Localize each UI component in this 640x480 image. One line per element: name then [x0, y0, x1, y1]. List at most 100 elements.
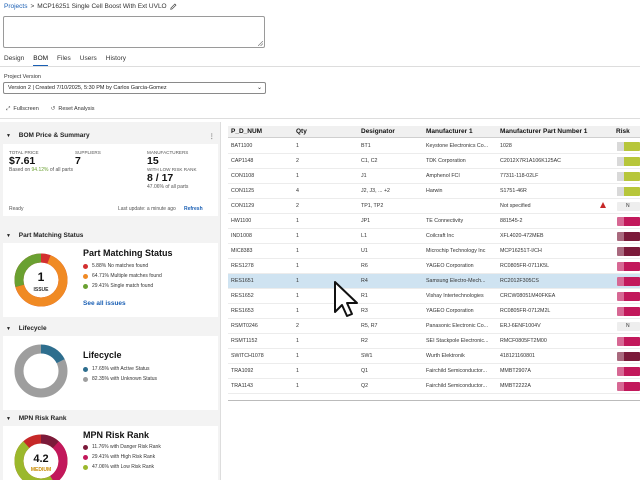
table-row[interactable]: RES1278 1 R6 YAGEO Corporation RC0805FR-0711… — [228, 259, 640, 274]
table-row[interactable]: CON1108 1 J1 Amphenol FCI 77311-118-02LF — [228, 169, 640, 184]
qty-cell: 1 — [296, 218, 299, 224]
qty-cell: 1 — [296, 248, 299, 254]
project-title: MCP16251 Single Cell Boost With Ext UVLO — [37, 3, 167, 10]
table-row[interactable]: TRA1092 1 Q1 Fairchild Semiconductor... MMBT… — [228, 364, 640, 379]
lifecycle-title: Lifecycle — [83, 350, 122, 360]
qty-cell: 1 — [296, 353, 299, 359]
orange-dot-icon — [83, 273, 88, 279]
risk-indicator-mark — [617, 277, 624, 286]
mpn-risk-header[interactable]: ▼ MPN Risk Rank — [0, 412, 221, 425]
bom-table: P_D_NUM Qty Designator Manufacturer 1 Ma… — [228, 126, 640, 480]
fullscreen-button[interactable]: ⤢ Fullscreen — [6, 106, 39, 113]
price-summary-header[interactable]: ▼ BOM Price & Summary ⋮ — [0, 129, 221, 142]
col-header-risk[interactable]: Risk — [616, 128, 630, 135]
risk-indicator: N — [617, 322, 640, 331]
breadcrumb-projects-link[interactable]: Projects — [4, 3, 27, 10]
mpn-cell: RC0805FR-0711K5L — [500, 263, 550, 269]
risk-indicator — [617, 292, 640, 301]
designator-cell: R2 — [361, 338, 368, 344]
mpn-risk-card: 4.2 MEDIUM MPN Risk Rank 11.76% with Dan… — [3, 426, 218, 480]
resize-handle-icon[interactable] — [258, 41, 263, 46]
risk-level: MEDIUM — [31, 467, 51, 473]
edit-pencil-icon[interactable] — [169, 3, 177, 10]
mpn-cell: MMBT2907A — [500, 368, 531, 374]
table-row[interactable]: TRA1143 1 Q2 Fairchild Semiconductor... MMBT… — [228, 379, 640, 394]
based-on-text: Based on 94.12% of all parts — [9, 167, 73, 173]
tabs-divider — [0, 66, 640, 67]
legend-item: 17.65% with Active Status — [83, 364, 157, 374]
qty-cell: 2 — [296, 203, 299, 209]
analysis-status: Ready — [9, 206, 24, 212]
table-row[interactable]: CON1125 4 J2, J3, ... +2 Harwin S1751-46R — [228, 184, 640, 199]
table-row[interactable]: BAT1100 1 BT1 Keystone Electronics Co... 102… — [228, 139, 640, 154]
risk-indicator — [617, 232, 640, 241]
table-row[interactable]: RSMT1152 1 R2 SEI Stackpole Electronic... RM… — [228, 334, 640, 349]
project-version-select[interactable]: Version 2 | Created 7/10/2025, 5:30 PM b… — [3, 82, 266, 94]
mpn-cell: S1751-46R — [500, 188, 527, 194]
table-row[interactable]: SWITCH1078 1 SW1 Wurth Elektronik 4181211608… — [228, 349, 640, 364]
manufacturer-cell: Panasonic Electronic Co... — [426, 323, 489, 329]
qty-cell: 2 — [296, 158, 299, 164]
col-header-mpn[interactable]: Manufacturer Part Number 1 — [500, 128, 587, 135]
mpn-cell: 881545-2 — [500, 218, 523, 224]
refresh-link[interactable]: Refresh — [184, 206, 203, 212]
table-row[interactable]: RSMT0246 2 R5, R7 Panasonic Electronic Co..… — [228, 319, 640, 334]
designator-cell: JP1 — [361, 218, 371, 224]
project-version-label: Project Version — [4, 74, 41, 80]
table-row[interactable]: HW1100 1 JP1 TE Connectivity 881545-2 — [228, 214, 640, 229]
table-row[interactable]: CAP1148 2 C1, C2 TDK Corporation C2012X7R1A1… — [228, 154, 640, 169]
mpn-risk-donut: 4.2 MEDIUM — [14, 434, 68, 480]
risk-indicator-mark — [617, 352, 624, 361]
mpn-cell: 418121160801 — [500, 353, 535, 359]
toolbar-divider — [0, 118, 640, 119]
pd-num-cell: RES1278 — [231, 263, 254, 269]
pd-num-cell: SWITCH1078 — [231, 353, 264, 359]
breadcrumb-separator: > — [30, 3, 35, 10]
risk-indicator-mark — [617, 307, 624, 316]
mpn-cell: Not specified — [500, 203, 531, 209]
pd-num-cell: RSMT1152 — [231, 338, 258, 344]
mpn-cell: 77311-118-02LF — [500, 173, 539, 179]
risk-indicator — [617, 367, 640, 376]
designator-cell: Q1 — [361, 368, 369, 374]
qty-cell: 1 — [296, 143, 299, 149]
mpn-cell: RC0805FR-0712M2L — [500, 308, 551, 314]
col-header-qty[interactable]: Qty — [296, 128, 307, 135]
more-options-icon[interactable]: ⋮ — [209, 132, 216, 140]
mpn-risk-legend: 11.76% with Danger Risk Rank 29.41% with… — [83, 442, 161, 472]
designator-cell: Q2 — [361, 383, 369, 389]
risk-indicator-mark — [617, 247, 624, 256]
table-row[interactable]: RES1651 1 R4 Samsung Electro-Mech... RC2012F… — [228, 274, 640, 289]
legend-item: 82.35% with Unknown Status — [83, 374, 157, 384]
see-all-issues-link[interactable]: See all issues — [83, 300, 126, 307]
manufacturer-cell: Samsung Electro-Mech... — [426, 278, 486, 284]
pd-num-cell: RES1651 — [231, 278, 254, 284]
mpn-cell: RC2012F305CS — [500, 278, 539, 284]
designator-cell: BT1 — [361, 143, 371, 149]
pd-num-cell: BAT1100 — [231, 143, 253, 149]
designator-cell: R6 — [361, 263, 368, 269]
col-header-manufacturer[interactable]: Manufacturer 1 — [426, 128, 473, 135]
table-row[interactable]: RES1653 1 R3 YAGEO Corporation RC0805FR-0712… — [228, 304, 640, 319]
legend-item: 64.71% Multiple matches found — [83, 271, 162, 281]
dark-red-dot-icon — [83, 444, 88, 450]
table-row[interactable]: CON1129 2 TP1, TP2 Not specified N — [228, 199, 640, 214]
col-header-pd-num[interactable]: P_D_NUM — [231, 128, 262, 135]
legend-item: 29.41% Single match found — [83, 281, 162, 291]
manufacturer-cell: Wurth Elektronik — [426, 353, 465, 359]
legend-item: 5.88% No matches found — [83, 261, 162, 271]
risk-indicator-mark — [617, 292, 624, 301]
lifecycle-header[interactable]: ▼ Lifecycle — [0, 322, 221, 335]
designator-cell: SW1 — [361, 353, 373, 359]
table-row[interactable]: MIC8383 1 U1 Microchip Technology Inc MCP162… — [228, 244, 640, 259]
risk-indicator-letter: N — [626, 203, 630, 209]
table-row[interactable]: RES1652 1 R1 Vishay Intertechnologies CRCW08… — [228, 289, 640, 304]
col-header-designator[interactable]: Designator — [361, 128, 395, 135]
risk-indicator-mark — [617, 232, 624, 241]
risk-indicator — [617, 382, 640, 391]
part-matching-header[interactable]: ▼ Part Matching Status — [0, 229, 221, 242]
manufacturer-cell: SEI Stackpole Electronic... — [426, 338, 489, 344]
reset-analysis-button[interactable]: ↺ Reset Analysis — [51, 106, 95, 113]
table-row[interactable]: IND1008 1 L1 Coilcraft Inc XFL4020-472MEB — [228, 229, 640, 244]
project-description-textarea[interactable] — [3, 16, 265, 48]
